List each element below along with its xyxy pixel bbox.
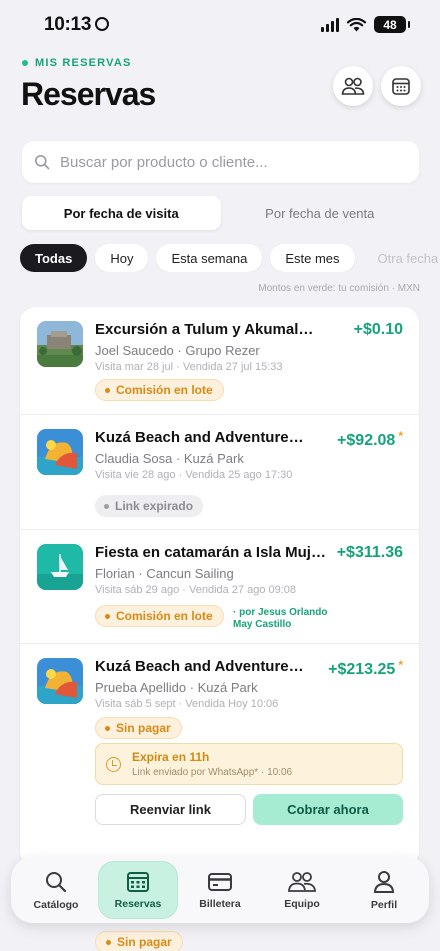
- client-line: Joel Saucedo · Grupo Rezer: [95, 343, 260, 358]
- reservations-list: Excursión a Tulum y Akumal × 1 +$0.10 Jo…: [20, 307, 419, 867]
- nav-reservations[interactable]: Reservas: [98, 861, 178, 919]
- search-input[interactable]: [60, 153, 400, 171]
- product-thumbnail: [37, 544, 83, 590]
- nav-catalog[interactable]: Catálogo: [16, 861, 96, 919]
- search-icon: [35, 155, 50, 170]
- reservation-row[interactable]: Fiesta en catamarán a Isla Mujeres +$311…: [20, 530, 419, 644]
- product-name: Kuzá Beach and Adventure Park: [95, 658, 307, 675]
- dates-line: Visita mar 28 jul · Vendida 27 jul 15:33: [95, 361, 283, 373]
- product-thumbnail: [37, 658, 83, 704]
- filter-chip-this-month[interactable]: Este mes: [270, 244, 355, 272]
- battery-indicator: 48: [374, 16, 410, 33]
- calendar-icon: [127, 871, 149, 892]
- product-name: Fiesta en catamarán a Isla Mujeres: [95, 544, 327, 561]
- calendar-icon: [392, 78, 410, 95]
- product-thumbnail: [37, 429, 83, 475]
- dates-line: Visita vie 28 ago · Vendida 25 ago 17:30: [95, 469, 293, 481]
- amounts-note: Montos en verde: tu comisión · MXN: [258, 283, 420, 294]
- client-line: Florian · Cancun Sailing: [95, 566, 234, 581]
- status-badge: Sin pagar: [95, 717, 182, 739]
- commission-amount: +$0.10: [353, 321, 403, 338]
- sold-by-label: · por Jesus Orlando May Castillo: [233, 607, 328, 630]
- filter-chip-other-date[interactable]: Otra fecha: [363, 244, 440, 272]
- status-badge: Sin pagar: [95, 931, 183, 951]
- segment-visit-date[interactable]: Por fecha de visita: [22, 196, 221, 230]
- commission-amount: +$213.25 *: [328, 658, 403, 678]
- status-badge: Comisión en lote: [95, 379, 224, 401]
- reservation-row[interactable]: Excursión a Tulum y Akumal × 1 +$0.10 Jo…: [20, 307, 419, 415]
- bottom-nav: Catálogo Reservas Billetera Equipo Perfi…: [11, 857, 429, 923]
- wifi-icon: [347, 17, 366, 31]
- filter-chip-all[interactable]: Todas: [20, 244, 88, 272]
- reservation-row[interactable]: Kuzá Beach and Adventure Park +$92.08 * C…: [20, 415, 419, 530]
- status-badge: Link expirado: [95, 495, 204, 517]
- nav-team[interactable]: Equipo: [262, 861, 342, 919]
- client-line: Prueba Apellido · Kuzá Park: [95, 680, 258, 695]
- expiry-subtitle: Link enviado por WhatsApp* · 10:06: [132, 767, 293, 778]
- search-bar[interactable]: [22, 141, 419, 183]
- commission-amount: +$92.08 *: [337, 429, 403, 449]
- status-bar: 10:13 48: [0, 0, 440, 52]
- section-eyebrow: MIS RESERVAS: [22, 57, 132, 69]
- search-icon: [46, 871, 67, 892]
- status-time: 10:13: [44, 14, 110, 36]
- team-button[interactable]: [333, 66, 373, 106]
- calendar-button[interactable]: [381, 66, 421, 106]
- filter-chip-today[interactable]: Hoy: [95, 244, 149, 272]
- segment-sale-date[interactable]: Por fecha de venta: [221, 196, 420, 230]
- wallet-icon: [208, 872, 232, 891]
- profile-icon: [373, 870, 395, 893]
- status-badge: Comisión en lote: [95, 605, 224, 627]
- charge-now-button[interactable]: Cobrar ahora: [253, 794, 403, 825]
- product-name: Kuzá Beach and Adventure Park: [95, 429, 307, 446]
- expiry-title: Expira en 11h: [132, 750, 210, 764]
- focus-moon-icon: [95, 17, 110, 31]
- dates-line: Visita sáb 5 sept · Vendida Hoy 10:06: [95, 698, 279, 710]
- client-line: Claudia Sosa · Kuzá Park: [95, 451, 244, 466]
- commission-amount: +$311.36: [336, 544, 403, 561]
- team-icon: [288, 871, 316, 892]
- filter-chips: Todas Hoy Esta semana Este mes Otra fech…: [20, 244, 440, 272]
- filter-chip-this-week[interactable]: Esta semana: [156, 244, 263, 272]
- nav-wallet[interactable]: Billetera: [180, 861, 260, 919]
- team-icon: [341, 77, 365, 95]
- dates-line: Visita sáb 29 ago · Vendida 27 ago 09:08: [95, 584, 297, 596]
- product-name: Excursión a Tulum y Akumal × 1: [95, 321, 315, 338]
- expiry-notice: Expira en 11h Link enviado por WhatsApp*…: [95, 743, 403, 785]
- date-mode-segmented-control: Por fecha de visita Por fecha de venta: [22, 196, 419, 230]
- clock-icon: [106, 757, 121, 772]
- resend-link-button[interactable]: Reenviar link: [95, 794, 246, 825]
- reservation-row[interactable]: Kuzá Beach and Adventure Park +$213.25 * …: [20, 644, 419, 854]
- cellular-signal-icon: [321, 17, 339, 32]
- page-title: Reservas: [21, 76, 156, 112]
- nav-profile[interactable]: Perfil: [344, 861, 424, 919]
- product-thumbnail: [37, 321, 83, 367]
